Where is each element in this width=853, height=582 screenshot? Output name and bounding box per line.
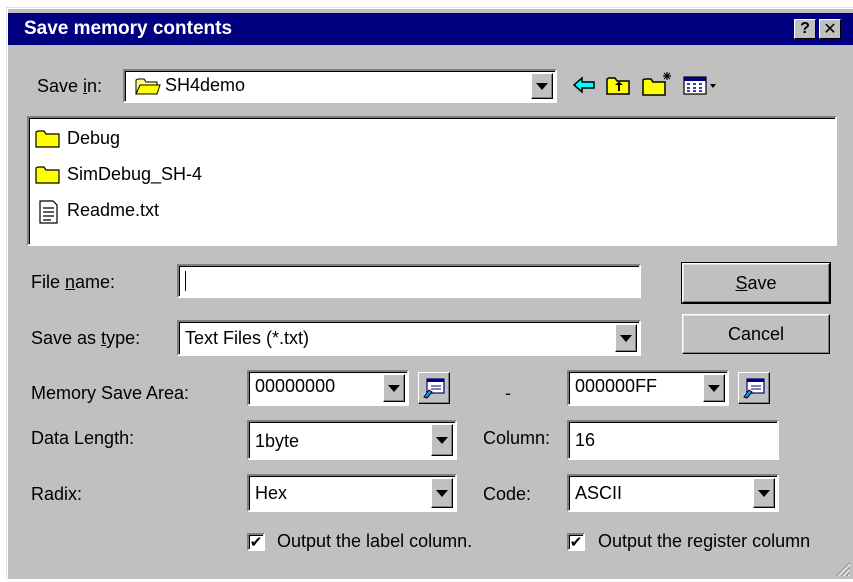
chevron-down-icon [758, 489, 770, 497]
memory-save-area-label: Memory Save Area: [31, 383, 190, 403]
chevron-down-icon [436, 436, 448, 444]
data-length-dropdown[interactable]: 1byte [247, 420, 457, 460]
file-name-input[interactable] [177, 264, 641, 298]
memory-end-dropdown-button[interactable] [703, 374, 725, 402]
list-item[interactable]: Debug [35, 123, 120, 153]
resize-grip-icon[interactable] [833, 559, 851, 577]
save-as-type-dropdown-button[interactable] [615, 324, 637, 352]
radix-dropdown-button[interactable] [431, 478, 453, 508]
checkmark-icon: ✔ [249, 533, 263, 551]
label-column-checkbox-label[interactable]: Output the label column. [277, 531, 472, 552]
range-separator: - [505, 383, 511, 403]
memory-start-dropdown-button[interactable] [383, 374, 405, 402]
list-item[interactable]: Readme.txt [35, 195, 159, 225]
column-input[interactable]: 16 [567, 420, 779, 460]
data-length-dropdown-button[interactable] [431, 424, 453, 456]
close-button[interactable]: ✕ [819, 19, 841, 39]
register-column-checkbox-label[interactable]: Output the register column [598, 531, 851, 552]
data-length-label: Data Length: [31, 428, 135, 448]
window-title: Save memory contents [24, 18, 233, 39]
folder-open-icon [135, 76, 161, 95]
radix-dropdown[interactable]: Hex [247, 474, 457, 512]
code-dropdown[interactable]: ASCII [567, 474, 779, 512]
column-label: Column: [483, 428, 551, 448]
label-column-checkbox[interactable]: ✔ [247, 533, 265, 551]
file-name: Readme.txt [67, 199, 160, 220]
memory-end-browse-button[interactable] [738, 372, 770, 404]
text-cursor [185, 271, 186, 291]
text-file-icon [35, 200, 61, 224]
list-item[interactable]: SimDebug_SH-4 [35, 159, 202, 189]
file-name: SimDebug_SH-4 [67, 163, 203, 184]
save-in-dropdown-button[interactable] [531, 73, 553, 99]
register-column-checkbox[interactable]: ✔ [567, 533, 585, 551]
save-in-value: SH4demo [165, 75, 246, 95]
file-list[interactable]: Debug SimDebug_SH-4 Readme.txt [27, 116, 837, 246]
chevron-down-icon [388, 384, 400, 392]
memory-start-browse-button[interactable] [418, 372, 450, 404]
back-icon[interactable] [570, 72, 600, 98]
chevron-down-icon [708, 384, 720, 392]
save-as-type-dropdown[interactable]: Text Files (*.txt) [177, 320, 641, 356]
up-folder-icon[interactable] [604, 72, 634, 98]
new-folder-icon[interactable] [640, 70, 674, 98]
title-bar[interactable]: Save memory contents ? ✕ [8, 13, 853, 45]
code-dropdown-button[interactable] [753, 478, 775, 508]
symbol-browse-icon [423, 378, 445, 399]
code-label: Code: [483, 484, 532, 504]
file-name: Debug [67, 127, 121, 148]
help-button[interactable]: ? [794, 19, 816, 39]
radix-label: Radix: [31, 484, 83, 504]
cancel-button[interactable]: Cancel [682, 314, 830, 354]
chevron-down-icon [436, 489, 448, 497]
save-button[interactable]: Save [681, 262, 831, 304]
file-name-label: File name: [31, 272, 116, 292]
symbol-browse-icon [743, 378, 765, 399]
memory-start-combo[interactable]: 00000000 [247, 370, 409, 406]
view-menu-icon[interactable] [682, 74, 720, 98]
save-in-dropdown[interactable]: SH4demo [123, 69, 557, 103]
save-as-type-label: Save as type: [31, 328, 141, 348]
memory-end-combo[interactable]: 000000FF [567, 370, 729, 406]
folder-icon [35, 164, 61, 184]
chevron-down-icon [536, 82, 548, 90]
checkmark-icon: ✔ [569, 533, 583, 551]
save-in-label: Save in: [37, 76, 103, 96]
chevron-down-icon [620, 334, 632, 342]
folder-icon [35, 128, 61, 148]
